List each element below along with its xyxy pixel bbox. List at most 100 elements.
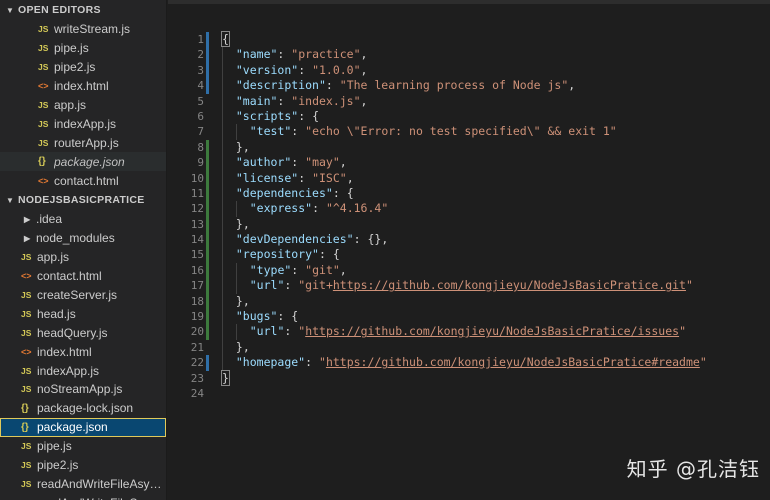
change-marker [206,247,209,263]
open-editor-item-indexapp-js[interactable]: JS indexApp.js [0,114,166,133]
file-tree-item-node-modules[interactable]: ▶ node_modules [0,229,166,248]
file-tree-item-readandwritefileasync[interactable]: JS readAndWriteFileAsync... [0,474,166,493]
open-editors-section: ▼ OPEN EDITORS JS writeStream.js JS pipe.js… [0,0,166,190]
open-editor-item-index-html[interactable]: <> index.html [0,77,166,96]
change-marker [206,386,209,401]
open-editor-item-pipe-js[interactable]: JS pipe.js [0,39,166,58]
change-marker [206,78,209,94]
change-marker [206,47,209,63]
change-marker [206,324,209,340]
code-line[interactable]: "license": "ISC", [222,170,707,186]
file-tree-item-pipe-js[interactable]: JS pipe.js [0,437,166,456]
file-tree-item-pipe2-js[interactable]: JS pipe2.js [0,456,166,475]
html-file-icon: <> [38,81,49,92]
change-marker [206,170,209,186]
code-line[interactable]: "name": "practice", [222,47,707,63]
json-file-icon: {} [21,402,29,414]
code-line[interactable]: "dependencies": { [222,185,707,202]
file-tree-item-idea[interactable]: ▶ .idea [0,210,166,229]
file-label: .idea [36,212,63,227]
file-tree-item-package-json[interactable]: {} package.json [0,417,166,437]
open-editor-item-app-js[interactable]: JS app.js [0,96,166,115]
file-tree-item-package-lock-json[interactable]: {} package-lock.json [0,399,166,418]
file-label: package.json [54,154,125,169]
file-tree-item-contact-html[interactable]: <> contact.html [0,267,166,286]
js-file-icon: JS [21,290,32,301]
js-file-icon: JS [38,43,49,54]
js-file-icon: JS [38,24,49,35]
code-editor[interactable]: 1 2 3 4 5 6 7 8 9 10 11 12 13 14 15 16 17 18 19 20 21 22 23 24 … [168,0,770,500]
change-marker [206,201,209,217]
code-line[interactable]: "express": "^4.16.4" [222,201,707,217]
code-line[interactable]: }, [222,216,707,233]
code-line[interactable] [222,386,707,401]
change-marker [206,278,209,294]
js-file-icon: JS [38,118,49,129]
open-editor-item-package-json[interactable]: {} package.json [0,152,166,172]
html-file-icon: <> [21,346,32,357]
file-label: package.json [37,420,108,435]
code-line[interactable]: "devDependencies": {}, [222,232,707,248]
code-line[interactable]: "description": "The learning process of … [222,78,707,94]
code-content[interactable]: { "name": "practice", "version": "1.0.0"… [221,31,707,401]
file-label: pipe.js [37,439,72,454]
file-tree-item-indexapp-js[interactable]: JS indexApp.js [0,361,166,380]
code-line[interactable]: "repository": { [222,247,707,263]
code-line[interactable]: }, [222,139,707,156]
code-line[interactable]: { [221,31,707,47]
line-number: 9 [197,156,204,170]
file-label: headQuery.js [37,325,108,340]
file-tree-item-readandwritefilesync-js[interactable]: JSreadAndWriteFileSync.js [0,493,166,500]
code-line[interactable]: "version": "1.0.0", [222,62,707,79]
code-line[interactable]: }, [222,339,707,356]
file-label: indexApp.js [54,116,117,131]
code-line[interactable]: }, [222,293,707,310]
code-line[interactable]: "homepage": "https://github.com/kongjiey… [222,355,707,371]
code-line[interactable]: "url": "git+https://github.com/kongjieyu… [222,278,707,294]
chevron-right-icon: ▶ [24,233,31,243]
file-label: package-lock.json [37,401,134,416]
project-header[interactable]: ▼ NODEJSBASICPRATICE [0,190,166,211]
line-number: 11 [190,186,204,200]
line-number: 13 [190,217,204,231]
js-file-icon: JS [21,460,32,471]
file-tree-item-createserver-js[interactable]: JS createServer.js [0,286,166,305]
file-tree-item-nostreamapp-js[interactable]: JS noStreamApp.js [0,380,166,399]
code-line[interactable]: "bugs": { [222,309,707,325]
code-line[interactable]: "main": "index.js", [222,93,707,109]
file-label: contact.html [37,269,102,284]
change-marker [206,94,209,109]
file-label: writeStream.js [54,22,131,37]
line-number: 3 [197,63,204,77]
file-tree-item-head-js[interactable]: JS head.js [0,304,166,323]
code-line[interactable]: "test": "echo \"Error: no test specified… [222,124,707,140]
chevron-right-icon: ▶ [24,214,31,224]
project-section: ▼ NODEJSBASICPRATICE ▶ .idea ▶ node_modules… [0,190,166,500]
file-label: node_modules [36,231,115,246]
file-tree-item-headquery-js[interactable]: JS headQuery.js [0,323,166,342]
code-line[interactable]: } [221,369,707,386]
file-tree-item-app-js[interactable]: JS app.js [0,248,166,267]
code-line[interactable]: "url": "https://github.com/kongjieyu/Nod… [222,324,707,340]
line-number: 21 [190,340,204,354]
change-marker [206,293,209,310]
js-file-icon: JS [21,478,32,489]
code-line[interactable]: "type": "git", [222,262,707,279]
file-tree-item-index-html[interactable]: <> index.html [0,342,166,361]
open-editor-item-contact-html[interactable]: <> contact.html [0,171,166,190]
open-editors-header[interactable]: ▼ OPEN EDITORS [0,0,166,20]
file-label: contact.html [54,173,119,188]
tab-strip [168,0,770,4]
code-line[interactable]: "scripts": { [222,108,707,125]
file-label: head.js [37,306,76,321]
open-editor-item-pipe2-js[interactable]: JS pipe2.js [0,58,166,77]
open-editor-item-routerapp-js[interactable]: JS routerApp.js [0,133,166,152]
line-number: 8 [197,140,204,154]
file-label: noStreamApp.js [37,382,123,397]
js-file-icon: JS [38,100,49,110]
file-label: pipe2.js [54,60,96,75]
html-file-icon: <> [21,271,32,282]
line-number: 7 [197,125,204,139]
open-editor-item-writestream-js[interactable]: JS writeStream.js [0,20,166,39]
code-line[interactable]: "author": "may", [222,155,707,171]
